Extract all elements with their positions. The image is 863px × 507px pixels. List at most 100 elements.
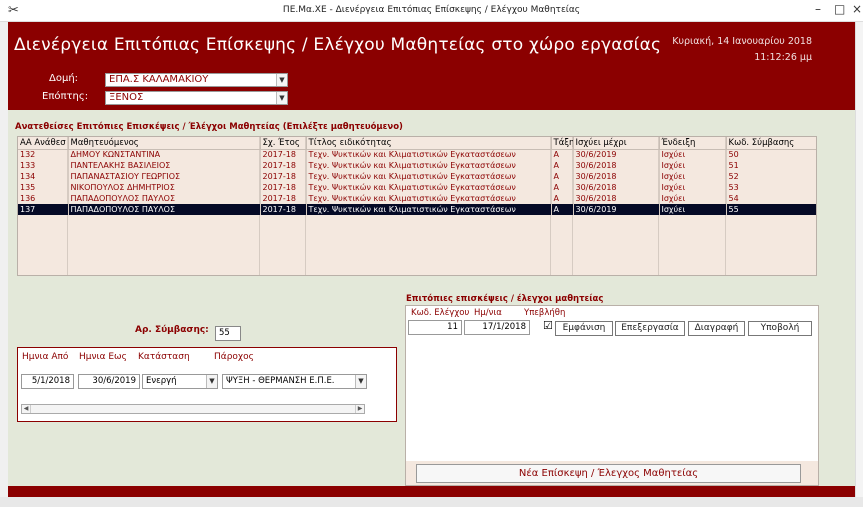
domi-value: ΕΠΑ.Σ ΚΑΛΑΜΑΚΙΟΥ (109, 74, 209, 85)
contract-number-label: Αρ. Σύμβασης: (135, 325, 209, 335)
scroll-right-icon[interactable]: ▶ (355, 405, 364, 413)
table-cell: 2017-18 (260, 160, 307, 171)
form-header: Διενέργεια Επιτόπιας Επίσκεψης / Ελέγχου… (8, 22, 855, 110)
table-cell: Ισχύει (659, 204, 727, 215)
table-cell: 2017-18 (260, 182, 307, 193)
table-row[interactable]: 137 ΠΑΠΑΔΟΠΟΥΛΟΣ ΠΑΥΛΟΣ 2017-18 Τεχν. Ψυκτι… (18, 204, 816, 215)
table-cell: Ισχύει (659, 193, 727, 204)
delete-button[interactable]: Διαγραφή (688, 321, 745, 336)
new-visit-button[interactable]: Νέα Επίσκεψη / Έλεγχος Μαθητείας (416, 464, 801, 483)
table-cell: Α (551, 204, 574, 215)
column-header[interactable]: Τάξη (551, 137, 574, 150)
scroll-left-icon[interactable]: ◀ (22, 405, 31, 413)
column-header: Ημνια Εως (79, 352, 127, 362)
column-header: Ημ/νια (474, 308, 502, 318)
table-cell: Τεχν. Ψυκτικών και Κλιματιστικών Εγκατασ… (306, 160, 552, 171)
table-cell: 50 (726, 149, 816, 160)
epoptis-select[interactable]: ΞΕΝΟΣ ▼ (105, 91, 288, 105)
table-cell: ΠΑΝΤΕΛΑΚΗΣ ΒΑΣΙΛΕΙΟΣ (68, 160, 261, 171)
submit-button[interactable]: Υποβολή (748, 321, 812, 336)
table-cell: 2017-18 (260, 204, 307, 215)
chevron-down-icon[interactable]: ▼ (355, 375, 366, 388)
column-header[interactable]: Κωδ. Σύμβασης (726, 137, 816, 150)
view-button[interactable]: Εμφάνιση (555, 321, 613, 336)
table-row[interactable]: 133 ΠΑΝΤΕΛΑΚΗΣ ΒΑΣΙΛΕΙΟΣ 2017-18 Τεχν. Ψυκτ… (18, 160, 816, 171)
edit-button[interactable]: Επεξεργασία (615, 321, 685, 336)
table-cell: ΠΑΠΑΔΟΠΟΥΛΟΣ ΠΑΥΛΟΣ (68, 193, 261, 204)
maximize-button[interactable]: □ (834, 2, 845, 16)
column-header: Κωδ. Ελέγχου (411, 308, 470, 318)
column-header[interactable]: Ένδειξη (659, 137, 727, 150)
assignments-table: ΑΑ Ανάθεσ Μαθητευόμενος Σχ. Έτος Τίτλος … (18, 137, 816, 215)
table-cell: 30/6/2018 (573, 160, 660, 171)
chevron-down-icon[interactable]: ▼ (206, 375, 217, 388)
column-header: Κατάσταση (138, 352, 190, 362)
vertical-scrollbar[interactable] (855, 22, 863, 497)
epoptis-value: ΞΕΝΟΣ (109, 92, 144, 103)
assignments-section-label: Ανατεθείσες Επιτόπιες Επισκέψεις / Έλέγχ… (15, 122, 403, 132)
visit-date-field[interactable]: 17/1/2018 (464, 320, 530, 335)
contract-number-field[interactable]: 55 (215, 326, 241, 341)
chevron-down-icon[interactable]: ▼ (276, 74, 287, 86)
status-select[interactable]: Ενεργή ▼ (142, 374, 218, 389)
column-header: Ημνια Από (22, 352, 69, 362)
horizontal-scrollbar[interactable]: ◀ ▶ (21, 404, 365, 414)
window-title: ΠΕ.Μα.ΧΕ - Διενέργεια Επιτόπιας Επίσκεψη… (282, 5, 581, 15)
visits-panel: Κωδ. Ελέγχου Ημ/νια Υπεβλήθη 11 17/1/201… (405, 305, 819, 486)
table-cell: Τεχν. Ψυκτικών και Κλιματιστικών Εγκατασ… (306, 182, 552, 193)
table-cell: 54 (726, 193, 816, 204)
table-cell: Α (551, 182, 574, 193)
table-row[interactable]: 136 ΠΑΠΑΔΟΠΟΥΛΟΣ ΠΑΥΛΟΣ 2017-18 Τεχν. Ψυκτι… (18, 193, 816, 204)
table-cell: 53 (726, 182, 816, 193)
table-row[interactable]: 134 ΠΑΠΑΝΑΣΤΑΣΙΟΥ ΓΕΩΡΓΙΟΣ 2017-18 Τεχν. Ψυ… (18, 171, 816, 182)
chevron-down-icon[interactable]: ▼ (276, 92, 287, 104)
column-header[interactable]: Σχ. Έτος (260, 137, 307, 150)
table-cell: ΝΙΚΟΠΟΥΛΟΣ ΔΗΜΗΤΡΙΟΣ (68, 182, 261, 193)
submitted-checkbox[interactable]: ☑ (543, 319, 553, 332)
column-header[interactable]: Ισχύει μέχρι (573, 137, 660, 150)
minimize-button[interactable]: – (815, 2, 821, 16)
table-cell: 135 (18, 182, 69, 193)
column-header[interactable]: Μαθητευόμενος (68, 137, 261, 150)
table-cell: 30/6/2018 (573, 182, 660, 193)
table-cell: Ισχύει (659, 160, 727, 171)
visits-footer: Νέα Επίσκεψη / Έλεγχος Μαθητείας (406, 461, 818, 485)
table-cell: 2017-18 (260, 171, 307, 182)
close-button[interactable]: × (852, 2, 862, 16)
table-row[interactable]: 132 ΔΗΜΟΥ ΚΩΝΣΤΑΝΤΙΝΑ 2017-18 Τεχν. Ψυκτικώ… (18, 149, 816, 160)
table-cell: 30/6/2019 (573, 204, 660, 215)
column-header[interactable]: Τίτλος ειδικότητας (306, 137, 552, 150)
table-cell: 137 (18, 204, 69, 215)
table-cell: Ισχύει (659, 149, 727, 160)
provider-select[interactable]: ΨΥΞΗ - ΘΕΡΜΑΝΣΗ Ε.Π.Ε. ▼ (222, 374, 367, 389)
domi-label: Δομή: (49, 73, 79, 84)
table-cell: 136 (18, 193, 69, 204)
date-from-field[interactable]: 5/1/2018 (21, 374, 74, 389)
table-cell: 52 (726, 171, 816, 182)
table-cell: Τεχν. Ψυκτικών και Κλιματιστικών Εγκατασ… (306, 149, 552, 160)
table-cell: 30/6/2018 (573, 193, 660, 204)
table-cell: Α (551, 193, 574, 204)
assignments-grid[interactable]: ΑΑ Ανάθεσ Μαθητευόμενος Σχ. Έτος Τίτλος … (17, 136, 817, 276)
table-cell: Α (551, 171, 574, 182)
table-cell: 2017-18 (260, 193, 307, 204)
column-header[interactable]: ΑΑ Ανάθεσ (18, 137, 69, 150)
table-cell: ΠΑΠΑΔΟΠΟΥΛΟΣ ΠΑΥΛΟΣ (68, 204, 261, 215)
table-cell: 30/6/2018 (573, 171, 660, 182)
table-cell: 30/6/2019 (573, 149, 660, 160)
table-header-row: ΑΑ Ανάθεσ Μαθητευόμενος Σχ. Έτος Τίτλος … (18, 137, 816, 150)
column-header: Πάροχος (214, 352, 254, 362)
status-value: Ενεργή (146, 376, 177, 386)
table-cell: Α (551, 160, 574, 171)
visits-section-label: Επιτόπιες επισκέψεις / έλεγχοι μαθητείας (406, 294, 604, 304)
date-to-field[interactable]: 30/6/2019 (78, 374, 140, 389)
table-cell: 134 (18, 171, 69, 182)
visit-code-field[interactable]: 11 (408, 320, 462, 335)
status-bar (0, 497, 863, 507)
domi-select[interactable]: ΕΠΑ.Σ ΚΑΛΑΜΑΚΙΟΥ ▼ (105, 73, 288, 87)
main-panel: Ανατεθείσες Επιτόπιες Επισκέψεις / Έλέγχ… (8, 110, 855, 486)
table-cell: 55 (726, 204, 816, 215)
table-cell: ΔΗΜΟΥ ΚΩΝΣΤΑΝΤΙΝΑ (68, 149, 261, 160)
form-footer (8, 486, 855, 497)
table-row[interactable]: 135 ΝΙΚΟΠΟΥΛΟΣ ΔΗΜΗΤΡΙΟΣ 2017-18 Τεχν. Ψυκτ… (18, 182, 816, 193)
